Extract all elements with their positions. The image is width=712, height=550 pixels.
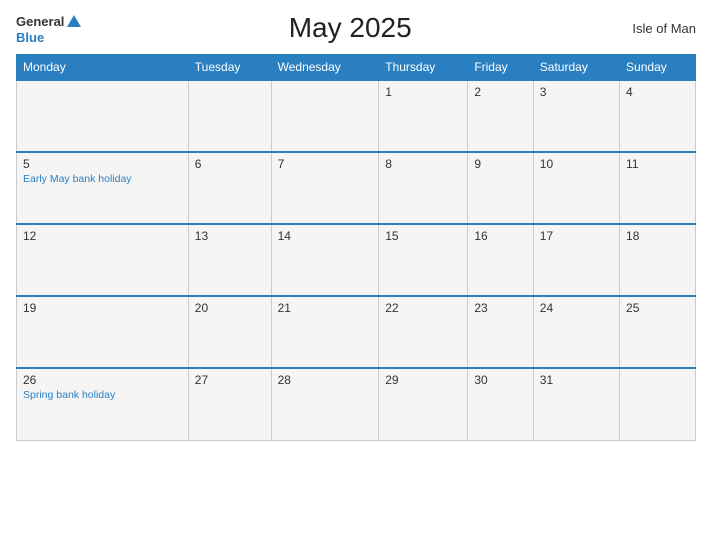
day-number: 27	[195, 373, 265, 387]
table-row: 30	[468, 368, 533, 440]
table-row: 20	[188, 296, 271, 368]
col-sunday: Sunday	[620, 55, 696, 81]
region-label: Isle of Man	[616, 21, 696, 36]
table-row: 28	[271, 368, 379, 440]
table-row: 23	[468, 296, 533, 368]
day-number: 2	[474, 85, 526, 99]
table-row	[188, 80, 271, 152]
calendar-week-row: 1234	[17, 80, 696, 152]
table-row: 8	[379, 152, 468, 224]
table-row: 29	[379, 368, 468, 440]
table-row: 15	[379, 224, 468, 296]
table-row: 25	[620, 296, 696, 368]
calendar-week-row: 26 Spring bank holiday 27 28 29 30 31	[17, 368, 696, 440]
day-number: 29	[385, 373, 461, 387]
day-number: 3	[540, 85, 613, 99]
table-row: 11	[620, 152, 696, 224]
day-number: 20	[195, 301, 265, 315]
table-row: 5 Early May bank holiday	[17, 152, 189, 224]
day-number: 25	[626, 301, 689, 315]
table-row: 6	[188, 152, 271, 224]
day-number: 13	[195, 229, 265, 243]
logo-icon	[65, 13, 83, 31]
calendar-page: General Blue May 2025 Isle of Man Monday…	[0, 0, 712, 550]
event-label: Spring bank holiday	[23, 389, 182, 403]
logo: General Blue	[16, 13, 84, 44]
event-label: Early May bank holiday	[23, 173, 182, 187]
day-number: 17	[540, 229, 613, 243]
day-number: 5	[23, 157, 182, 171]
day-number: 1	[385, 85, 461, 99]
table-row: 2	[468, 80, 533, 152]
table-row: 9	[468, 152, 533, 224]
table-row: 19	[17, 296, 189, 368]
calendar-week-row: 5 Early May bank holiday 6789 10 11	[17, 152, 696, 224]
table-row: 4	[620, 80, 696, 152]
col-monday: Monday	[17, 55, 189, 81]
table-row: 7	[271, 152, 379, 224]
day-number: 12	[23, 229, 182, 243]
table-row	[620, 368, 696, 440]
month-title: May 2025	[84, 12, 616, 44]
table-row: 1	[379, 80, 468, 152]
table-row: 27	[188, 368, 271, 440]
table-row: 22	[379, 296, 468, 368]
day-number: 16	[474, 229, 526, 243]
table-row: 3	[533, 80, 619, 152]
day-number: 24	[540, 301, 613, 315]
calendar-table: Monday Tuesday Wednesday Thursday Friday…	[16, 54, 696, 441]
table-row: 21	[271, 296, 379, 368]
col-tuesday: Tuesday	[188, 55, 271, 81]
day-number: 30	[474, 373, 526, 387]
col-friday: Friday	[468, 55, 533, 81]
day-number: 10	[540, 157, 613, 171]
table-row: 18	[620, 224, 696, 296]
calendar-header-row: Monday Tuesday Wednesday Thursday Friday…	[17, 55, 696, 81]
day-number: 8	[385, 157, 461, 171]
day-number: 4	[626, 85, 689, 99]
day-number: 7	[278, 157, 373, 171]
table-row: 26 Spring bank holiday	[17, 368, 189, 440]
header: General Blue May 2025 Isle of Man	[16, 12, 696, 44]
col-wednesday: Wednesday	[271, 55, 379, 81]
table-row: 13	[188, 224, 271, 296]
day-number: 18	[626, 229, 689, 243]
table-row: 16	[468, 224, 533, 296]
day-number: 15	[385, 229, 461, 243]
day-number: 14	[278, 229, 373, 243]
calendar-week-row: 12 13 14 15 16 17 18	[17, 224, 696, 296]
table-row: 17	[533, 224, 619, 296]
logo-blue-text: Blue	[16, 31, 44, 44]
col-saturday: Saturday	[533, 55, 619, 81]
day-number: 22	[385, 301, 461, 315]
day-number: 9	[474, 157, 526, 171]
table-row	[271, 80, 379, 152]
day-number: 23	[474, 301, 526, 315]
table-row: 10	[533, 152, 619, 224]
day-number: 31	[540, 373, 613, 387]
table-row: 12	[17, 224, 189, 296]
logo-general-text: General	[16, 15, 64, 28]
day-number: 6	[195, 157, 265, 171]
day-number: 21	[278, 301, 373, 315]
table-row	[17, 80, 189, 152]
day-number: 26	[23, 373, 182, 387]
calendar-week-row: 19 20 21 22 23 24 25	[17, 296, 696, 368]
day-number: 19	[23, 301, 182, 315]
day-number: 28	[278, 373, 373, 387]
col-thursday: Thursday	[379, 55, 468, 81]
table-row: 24	[533, 296, 619, 368]
day-number: 11	[626, 157, 689, 171]
table-row: 31	[533, 368, 619, 440]
table-row: 14	[271, 224, 379, 296]
